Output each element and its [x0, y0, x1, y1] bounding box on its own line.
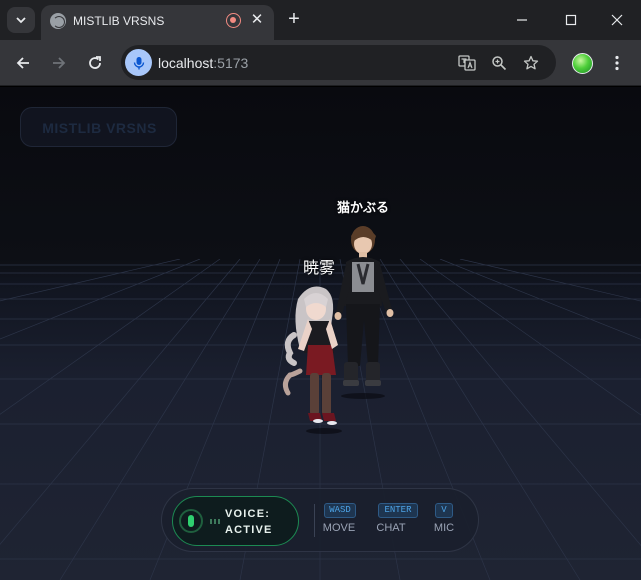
tab-close-button[interactable]: ✕: [248, 10, 266, 30]
chevron-down-icon: [16, 17, 26, 24]
url-text: localhost:5173: [158, 55, 248, 71]
keylabel-mic: MIC: [433, 522, 455, 534]
globe-icon: [50, 13, 66, 29]
back-button[interactable]: [10, 50, 36, 76]
translate-button[interactable]: [456, 52, 478, 74]
keyhint-mic: V MIC: [432, 503, 458, 539]
keylabel-chat: CHAT: [376, 522, 406, 534]
url-host: localhost: [158, 55, 214, 71]
avatar-nametag-1: 猫かぶる: [337, 200, 390, 215]
voice-level-icon: [210, 519, 222, 524]
forward-button[interactable]: [46, 50, 72, 76]
minimize-window-button[interactable]: [507, 6, 537, 34]
new-tab-button[interactable]: +: [283, 8, 305, 30]
keyhint-move: WASD MOVE: [322, 503, 356, 539]
keyhint-chat: ENTER CHAT: [376, 503, 418, 539]
voice-status-button[interactable]: VOICE: ACTIVE: [172, 496, 299, 546]
3d-scene-viewport[interactable]: MISTLIB VRSNS 猫かぶる 暁雾 VOICE: ACTIVE WASD…: [0, 87, 641, 580]
voice-status-text: VOICE: ACTIVE: [225, 506, 273, 538]
maximize-window-button[interactable]: [556, 6, 586, 34]
site-permission-button[interactable]: [125, 49, 152, 76]
hud-divider: [314, 504, 315, 537]
browser-tab-bar: MISTLIB VRSNS ✕ +: [0, 0, 641, 40]
keycap-mic: V: [435, 503, 453, 518]
arrow-right-icon: [53, 57, 66, 69]
brand-logo-badge: MISTLIB VRSNS: [20, 107, 177, 147]
more-vertical-icon: [615, 55, 619, 71]
browser-toolbar: localhost:5173: [0, 40, 641, 86]
arrow-left-icon: [16, 57, 29, 69]
bookmark-button[interactable]: [520, 52, 542, 74]
voice-active-dot: [188, 515, 194, 527]
tab-search-button[interactable]: [7, 7, 35, 33]
close-window-button[interactable]: [602, 6, 632, 34]
voice-indicator-icon: [179, 509, 203, 533]
voice-status: ACTIVE: [225, 524, 273, 536]
browser-menu-button[interactable]: [605, 51, 629, 75]
translate-icon: [458, 55, 476, 71]
keycap-chat: ENTER: [378, 503, 418, 518]
avatar-model-girl[interactable]: [280, 279, 352, 439]
keycap-move: WASD: [324, 503, 356, 518]
controls-hud: VOICE: ACTIVE WASD MOVE ENTER CHAT V MIC: [161, 488, 479, 552]
keylabel-move: MOVE: [322, 522, 356, 534]
address-bar[interactable]: localhost:5173: [121, 45, 556, 80]
close-icon: [611, 14, 623, 26]
profile-avatar-button[interactable]: [572, 53, 593, 74]
url-port: :5173: [213, 55, 249, 71]
brand-logo-text: MISTLIB VRSNS: [42, 120, 157, 136]
star-icon: [523, 55, 539, 70]
zoom-icon: [492, 56, 507, 71]
tab-title: MISTLIB VRSNS: [73, 14, 165, 28]
minimize-icon: [517, 19, 527, 21]
microphone-icon: [133, 56, 144, 69]
maximize-icon: [565, 14, 577, 26]
zoom-button[interactable]: [488, 52, 510, 74]
browser-tab[interactable]: MISTLIB VRSNS ✕: [41, 5, 274, 40]
reload-button[interactable]: [82, 50, 108, 76]
reload-icon: [89, 56, 101, 69]
recording-indicator-icon: [226, 13, 241, 28]
voice-label: VOICE:: [225, 508, 271, 520]
